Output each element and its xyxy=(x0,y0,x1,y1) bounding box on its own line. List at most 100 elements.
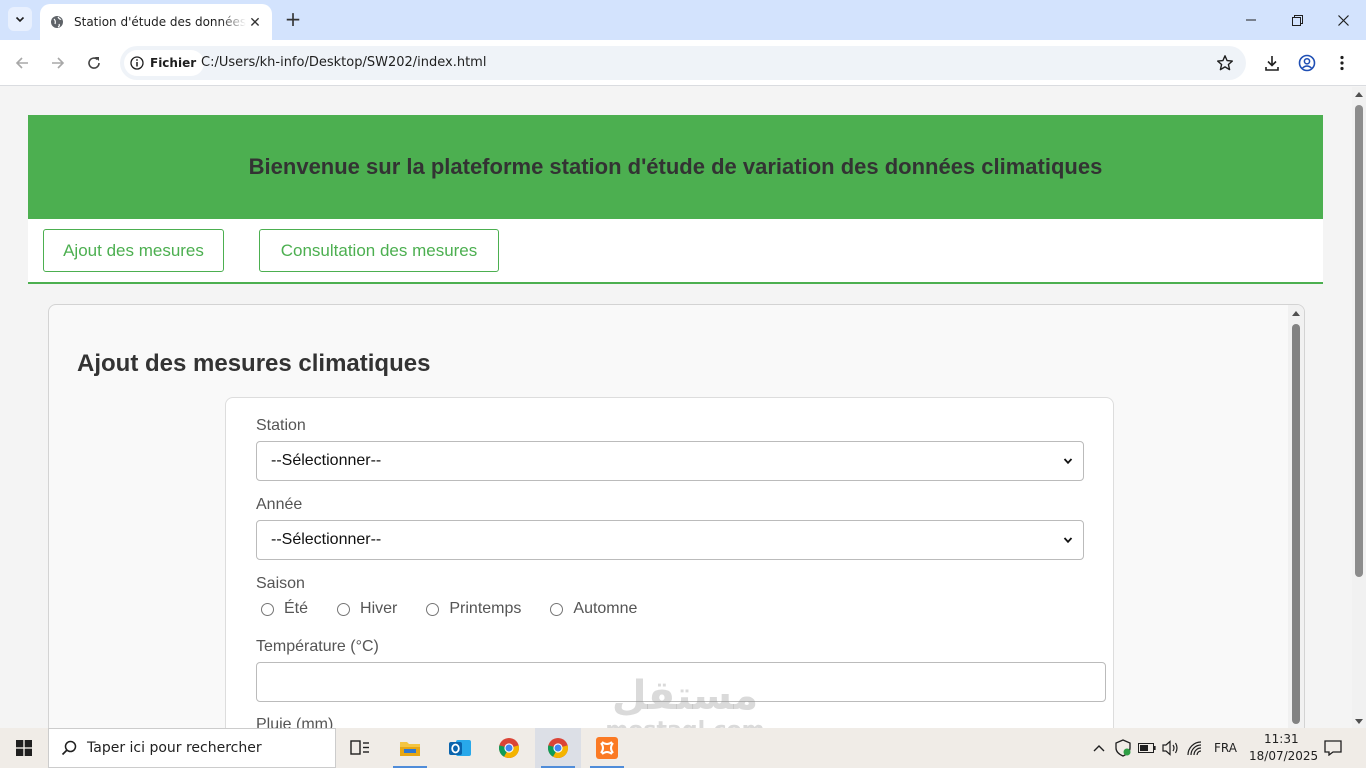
info-icon xyxy=(130,56,144,70)
url-text[interactable]: C:/Users/kh-info/Desktop/SW202/index.htm… xyxy=(201,55,486,70)
temperature-label: Température (°C) xyxy=(256,638,379,655)
profile-button[interactable] xyxy=(1294,50,1320,76)
menu-button[interactable] xyxy=(1329,50,1355,76)
chevron-down-icon xyxy=(15,16,25,23)
downloads-button[interactable] xyxy=(1259,50,1285,76)
show-hidden-icons[interactable] xyxy=(1090,739,1108,757)
page-scrollbar[interactable] xyxy=(1352,87,1366,728)
wifi-icon xyxy=(1187,741,1202,756)
saison-radio-group: Été Hiver Printemps Automne xyxy=(256,600,661,618)
page-scroll-thumb[interactable] xyxy=(1355,105,1363,577)
radio-button[interactable] xyxy=(261,602,274,616)
panel-scroll-thumb[interactable] xyxy=(1292,324,1300,724)
station-select-value: --Sélectionner-- xyxy=(271,452,382,469)
tab-search-button[interactable] xyxy=(8,7,32,31)
chevron-down-icon xyxy=(1063,537,1073,544)
close-icon xyxy=(1337,14,1349,26)
radio-ete[interactable]: Été xyxy=(256,600,308,618)
windows-logo-icon xyxy=(16,740,32,756)
address-bar[interactable]: Fichier C:/Users/kh-info/Desktop/SW202/i… xyxy=(120,46,1246,80)
taskbar-chrome-active[interactable] xyxy=(535,728,581,768)
folder-icon xyxy=(400,742,420,756)
network-tray[interactable] xyxy=(1186,739,1204,757)
reload-icon xyxy=(88,57,100,69)
radio-button[interactable] xyxy=(337,602,351,616)
clock-date[interactable]: 18/07/2025 xyxy=(1249,749,1318,763)
radio-hiver[interactable]: Hiver xyxy=(332,600,397,618)
xampp-icon xyxy=(596,737,618,759)
volume-tray[interactable] xyxy=(1162,739,1180,757)
measure-form: Station --Sélectionner-- Année --Sélecti… xyxy=(225,397,1114,728)
annee-label: Année xyxy=(256,496,303,513)
back-button[interactable] xyxy=(9,50,35,76)
page-viewport: Bienvenue sur la plateforme station d'ét… xyxy=(0,87,1352,728)
chevron-up-icon xyxy=(1093,745,1105,752)
main-nav: Ajout des mesures Consultation des mesur… xyxy=(28,219,1323,284)
radio-label: Été xyxy=(284,600,309,617)
clock-time[interactable]: 11:31 xyxy=(1264,732,1299,746)
radio-label: Automne xyxy=(573,600,638,617)
language-indicator[interactable]: FRA xyxy=(1214,741,1237,755)
close-window-button[interactable] xyxy=(1320,0,1366,40)
browser-tab-strip: Station d'étude des données climatiques … xyxy=(0,0,1366,40)
radio-button[interactable] xyxy=(550,602,564,616)
station-select[interactable]: --Sélectionner-- xyxy=(256,441,1084,481)
reload-button[interactable] xyxy=(81,50,107,76)
new-tab-button[interactable]: + xyxy=(282,7,304,31)
panel-scrollbar[interactable] xyxy=(1288,305,1304,728)
taskbar-chrome[interactable] xyxy=(486,728,532,768)
taskbar-file-explorer[interactable] xyxy=(387,728,433,768)
minimize-button[interactable] xyxy=(1228,0,1274,40)
taskbar-outlook[interactable] xyxy=(437,728,483,768)
taskbar-search[interactable]: Taper ici pour rechercher xyxy=(48,728,336,768)
annee-select-value: --Sélectionner-- xyxy=(271,531,382,548)
browser-tab[interactable]: Station d'étude des données climatiques … xyxy=(40,4,272,40)
battery-tray[interactable] xyxy=(1138,739,1156,757)
site-header: Bienvenue sur la plateforme station d'ét… xyxy=(28,115,1323,219)
scroll-down-icon[interactable] xyxy=(1355,719,1363,724)
forward-button[interactable] xyxy=(45,50,71,76)
outlook-icon xyxy=(449,740,471,756)
tab-title: Station d'étude des données climatiques xyxy=(74,15,246,29)
scroll-up-icon[interactable] xyxy=(1292,311,1300,316)
restore-button[interactable] xyxy=(1274,0,1320,40)
nav-ajout-mesures[interactable]: Ajout des mesures xyxy=(43,229,224,272)
windows-taskbar: Taper ici pour rechercher FRA 11:31 18/0… xyxy=(0,728,1366,768)
taskbar-xampp[interactable] xyxy=(584,728,630,768)
chrome-icon xyxy=(498,738,520,759)
radio-button[interactable] xyxy=(426,602,440,616)
nav-consultation-mesures[interactable]: Consultation des mesures xyxy=(259,229,499,272)
arrow-left-icon xyxy=(15,57,28,69)
taskbar-search-placeholder: Taper ici pour rechercher xyxy=(87,740,262,756)
bookmark-star-icon[interactable] xyxy=(1216,54,1234,72)
radio-label: Hiver xyxy=(360,600,398,617)
radio-label: Printemps xyxy=(449,600,522,617)
download-icon xyxy=(1265,56,1279,71)
task-view-icon xyxy=(350,740,369,755)
minimize-icon xyxy=(1246,19,1256,21)
task-view-button[interactable] xyxy=(337,728,383,768)
section-title: Ajout des mesures climatiques xyxy=(77,350,431,377)
restore-icon xyxy=(1291,14,1303,26)
search-icon xyxy=(61,740,77,756)
chevron-down-icon xyxy=(1063,458,1073,465)
more-vertical-icon xyxy=(1340,55,1344,71)
station-label: Station xyxy=(256,417,306,434)
annee-select[interactable]: --Sélectionner-- xyxy=(256,520,1084,560)
notifications-button[interactable] xyxy=(1324,739,1342,757)
content-panel: Ajout des mesures climatiques Station --… xyxy=(48,304,1305,728)
browser-toolbar: Fichier C:/Users/kh-info/Desktop/SW202/i… xyxy=(0,40,1366,86)
temperature-input[interactable] xyxy=(256,662,1106,702)
site-info-chip[interactable]: Fichier xyxy=(124,50,205,76)
start-button[interactable] xyxy=(0,728,48,768)
close-tab-icon[interactable]: ✕ xyxy=(246,13,264,31)
profile-icon xyxy=(1298,54,1316,72)
notification-icon xyxy=(1324,740,1342,756)
site-info-label: Fichier xyxy=(150,56,197,70)
radio-printemps[interactable]: Printemps xyxy=(421,600,521,618)
security-tray[interactable] xyxy=(1114,739,1132,757)
radio-automne[interactable]: Automne xyxy=(545,600,637,618)
speaker-icon xyxy=(1162,740,1178,756)
saison-label: Saison xyxy=(256,575,305,592)
scroll-up-icon[interactable] xyxy=(1355,92,1363,97)
